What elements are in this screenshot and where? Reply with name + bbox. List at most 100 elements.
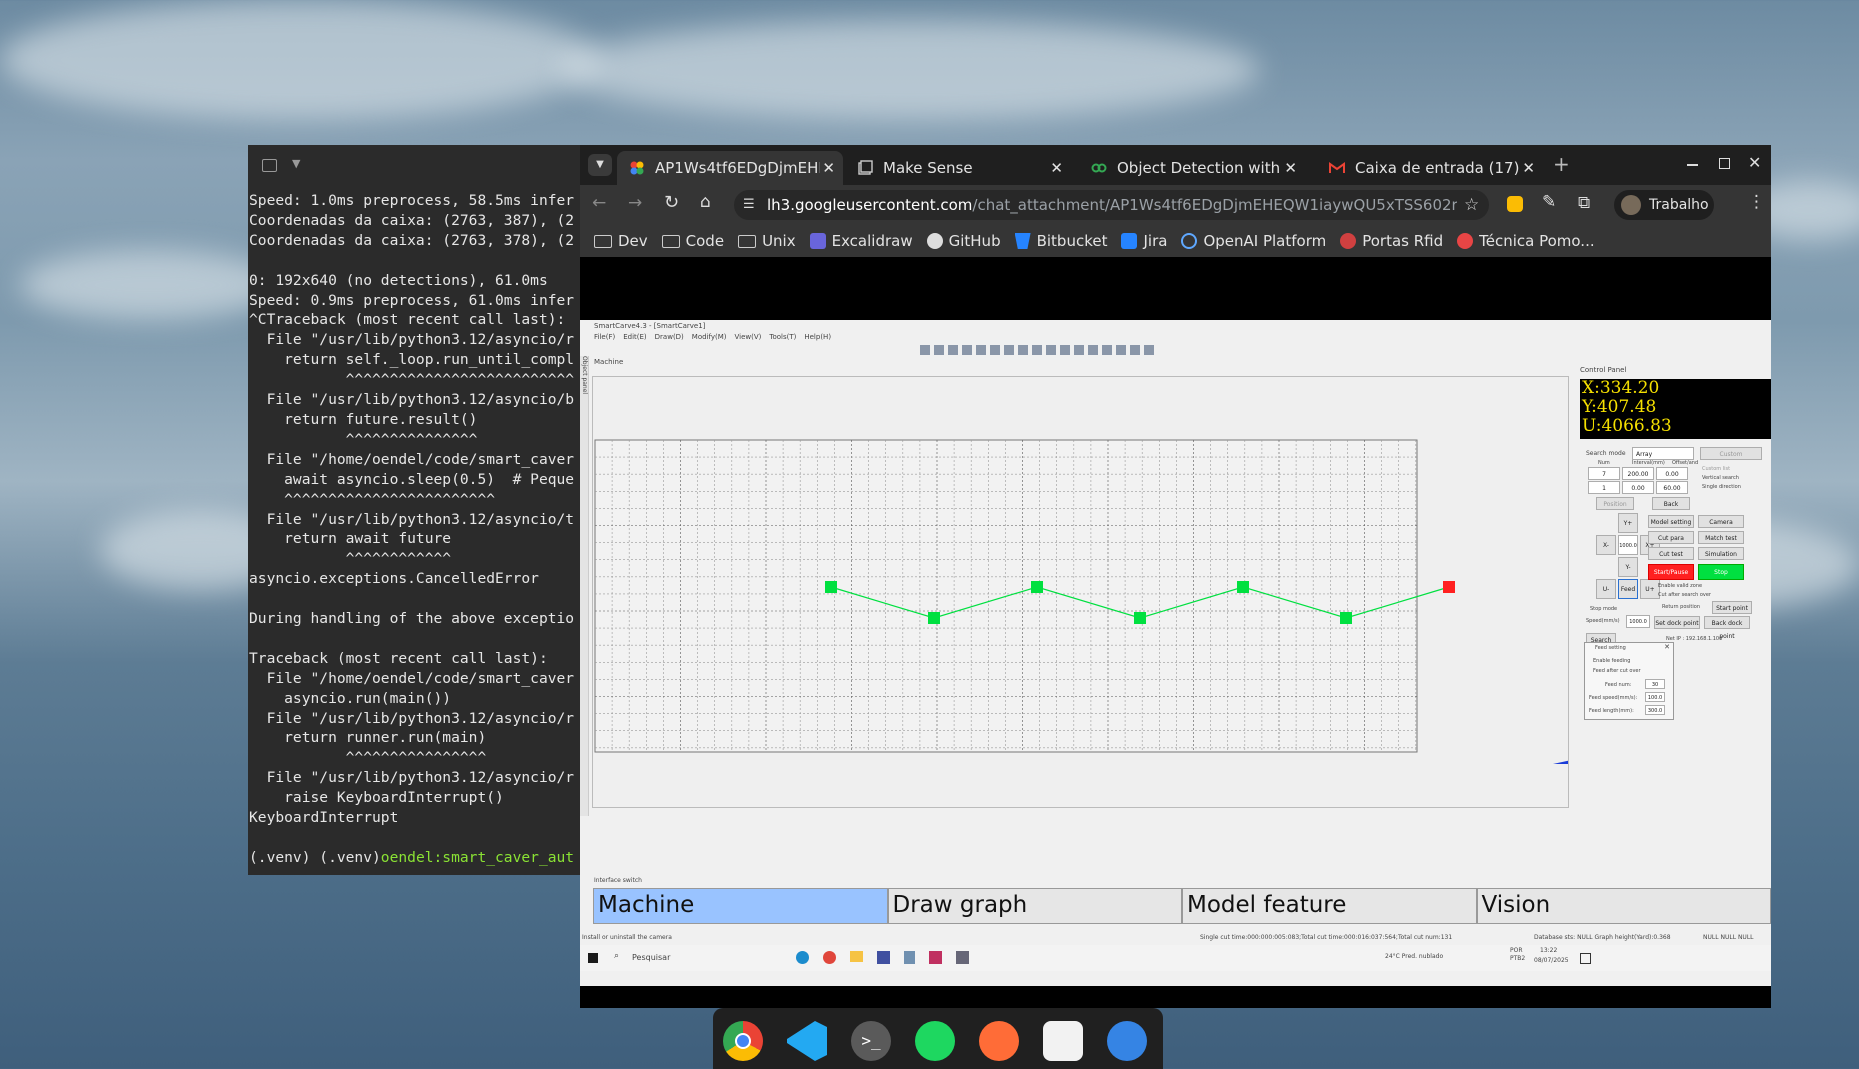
back-button[interactable]: Back — [1652, 497, 1690, 510]
tab-gmail[interactable]: Caixa de entrada (17) - ho ✕ — [1317, 151, 1543, 185]
tab-active-image[interactable]: AP1Ws4tf6EDgDjmEHEQ ✕ — [617, 151, 843, 185]
more-icon[interactable]: ⋮ — [1748, 192, 1765, 212]
y-interval-input[interactable]: 0.00 — [1622, 481, 1654, 494]
tool-icon[interactable] — [1046, 345, 1056, 355]
step-input[interactable]: 1000.0 — [1618, 535, 1638, 555]
terminal-icon[interactable]: >_ — [851, 1021, 891, 1061]
feed-length-input[interactable]: 300.0 — [1645, 705, 1665, 715]
tool-icon[interactable] — [1074, 345, 1084, 355]
cut-para-button[interactable]: Cut para — [1648, 531, 1694, 544]
close-icon[interactable]: ✕ — [1522, 159, 1535, 177]
feed-button[interactable]: Feed — [1618, 579, 1638, 599]
side-panel-tab[interactable]: Object panel — [580, 356, 589, 816]
model-setting-button[interactable]: Model setting — [1648, 515, 1694, 528]
tool-icon[interactable] — [1102, 345, 1112, 355]
y-minus-button[interactable]: Y- — [1618, 557, 1638, 577]
tool-icon[interactable] — [1060, 345, 1070, 355]
notification-icon[interactable] — [1580, 953, 1591, 964]
path-node[interactable] — [1237, 581, 1249, 593]
chrome-icon[interactable] — [823, 951, 836, 964]
start-point-select[interactable]: Start point — [1712, 601, 1752, 614]
custom-button[interactable]: Custom — [1700, 447, 1762, 460]
path-end-node[interactable] — [1443, 581, 1455, 593]
windows-search[interactable]: Pesquisar — [632, 953, 670, 962]
x-minus-button[interactable]: X- — [1596, 535, 1616, 555]
extensions-icon[interactable]: ⧉ — [1578, 193, 1590, 213]
calculator-icon[interactable] — [904, 951, 915, 964]
cut-after-search-checkbox[interactable]: Cut after search over — [1658, 592, 1711, 598]
vertical-search-checkbox[interactable]: Vertical search — [1702, 475, 1739, 481]
close-icon[interactable]: ✕ — [822, 159, 835, 177]
files-icon[interactable] — [1107, 1021, 1147, 1061]
switch-tab-model-feature[interactable]: Model feature — [1182, 888, 1477, 924]
bookmark-excalidraw[interactable]: Excalidraw — [809, 232, 913, 250]
smartcarve-icon[interactable] — [929, 951, 942, 964]
tool-icon[interactable] — [1018, 345, 1028, 355]
address-bar[interactable]: ☰ lh3.googleusercontent.com/chat_attachm… — [734, 190, 1489, 220]
path-node[interactable] — [928, 612, 940, 624]
menu-tools[interactable]: Tools(T) — [769, 333, 796, 341]
pen-icon[interactable]: ✎ — [1542, 192, 1556, 212]
new-tab-button[interactable]: + — [1553, 152, 1570, 176]
folder-icon[interactable] — [850, 951, 863, 962]
star-icon[interactable]: ☆ — [1464, 190, 1479, 220]
close-icon[interactable]: ✕ — [1284, 159, 1297, 177]
single-direction-checkbox[interactable]: Single direction — [1702, 484, 1741, 490]
work-area-grid[interactable] — [593, 377, 1568, 807]
site-info-icon[interactable]: ☰ — [743, 190, 755, 220]
chrome-icon[interactable] — [723, 1021, 763, 1061]
bookmark-unix[interactable]: Unix — [738, 232, 796, 250]
minimize-icon[interactable] — [1687, 164, 1698, 166]
tab-search-button[interactable]: ▼ — [588, 154, 612, 176]
switch-tab-machine[interactable]: Machine — [593, 888, 888, 924]
machine-canvas[interactable] — [592, 376, 1569, 808]
x-offset-input[interactable]: 0.00 — [1656, 467, 1688, 480]
tool-icon[interactable] — [1130, 345, 1140, 355]
vscode-icon[interactable] — [787, 1021, 827, 1061]
menu-view[interactable]: View(V) — [735, 333, 762, 341]
camera-setting-button[interactable]: Camera setting — [1698, 515, 1744, 539]
tool-icon[interactable] — [1004, 345, 1014, 355]
spotify-icon[interactable] — [915, 1021, 955, 1061]
feed-speed-input[interactable]: 100.0 — [1645, 692, 1665, 702]
tool-icon[interactable] — [934, 345, 944, 355]
set-dock-point-button[interactable]: Set dock point — [1654, 616, 1700, 629]
position-button[interactable]: Position — [1596, 497, 1634, 510]
path-node[interactable] — [825, 581, 837, 593]
tool-icon[interactable] — [1032, 345, 1042, 355]
bookmark-portas-rfid[interactable]: Portas Rfid — [1340, 232, 1443, 250]
menu-edit[interactable]: Edit(E) — [623, 333, 646, 341]
bookmark-dev[interactable]: Dev — [594, 232, 648, 250]
tool-icon[interactable] — [962, 345, 972, 355]
path-node[interactable] — [1134, 612, 1146, 624]
x-interval-input[interactable]: 200.00 — [1622, 467, 1654, 480]
bookmark-openai[interactable]: OpenAI Platform — [1181, 232, 1326, 250]
tab-make-sense[interactable]: Make Sense ✕ — [845, 151, 1071, 185]
match-test-button[interactable]: Match test — [1698, 531, 1744, 544]
feed-num-input[interactable]: 30 — [1645, 679, 1665, 689]
cut-test-button[interactable]: Cut test — [1648, 547, 1694, 560]
new-terminal-icon[interactable] — [262, 159, 277, 172]
postman-icon[interactable] — [979, 1021, 1019, 1061]
speed-input[interactable]: 1000.0 — [1626, 615, 1650, 628]
y-num-input[interactable]: 1 — [1588, 481, 1620, 494]
tool-icon[interactable] — [1144, 345, 1154, 355]
stop-button[interactable]: Stop — [1698, 564, 1744, 580]
terminal-window[interactable]: ▼ Speed: 1.0ms preprocess, 58.5ms infer C… — [248, 145, 588, 875]
menu-modify[interactable]: Modify(M) — [692, 333, 727, 341]
tool-icon[interactable] — [920, 345, 930, 355]
menu-file[interactable]: File(F) — [594, 333, 615, 341]
close-icon[interactable]: ✕ — [1050, 159, 1063, 177]
simulation-button[interactable]: Simulation — [1698, 547, 1744, 560]
switch-tab-vision[interactable]: Vision — [1476, 888, 1771, 924]
search-mode-select[interactable]: Array — [1632, 447, 1694, 460]
tool-icon[interactable] — [1116, 345, 1126, 355]
tool-icon[interactable] — [976, 345, 986, 355]
bookmark-github[interactable]: GitHub — [926, 232, 1001, 250]
menu-help[interactable]: Help(H) — [804, 333, 831, 341]
reload-icon[interactable]: ↻ — [664, 192, 679, 213]
maximize-icon[interactable] — [1719, 158, 1730, 169]
profile-button[interactable]: Trabalho — [1614, 190, 1714, 220]
bookmark-pomodoro[interactable]: Técnica Pomo... — [1457, 232, 1595, 250]
start-pause-button[interactable]: Start/Pause — [1648, 564, 1694, 580]
